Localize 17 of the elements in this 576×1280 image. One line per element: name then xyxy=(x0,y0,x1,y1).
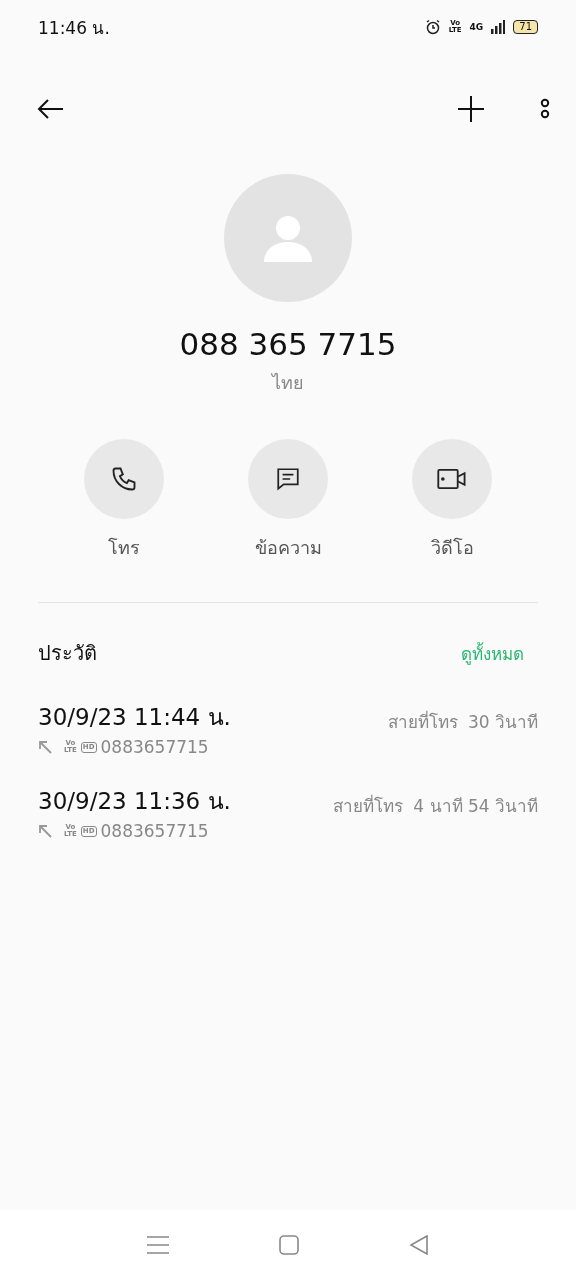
phone-number: 088 365 7715 xyxy=(178,326,398,362)
location-label: ไทย xyxy=(270,371,305,395)
video-action-button[interactable]: วิดีโอ xyxy=(392,439,512,562)
status-time: 11:46 น. xyxy=(38,16,110,40)
call-datetime: 30/9/23 11:36 น. xyxy=(38,787,231,816)
history-title: ประวัติ xyxy=(38,640,97,667)
network-label: 4G xyxy=(469,22,484,32)
call-type: สายที่โทร xyxy=(333,793,404,818)
call-duration: 30 วินาที xyxy=(467,710,538,734)
call-action-button[interactable]: โทร xyxy=(64,439,184,562)
call-number: 0883657715 xyxy=(100,737,209,757)
message-action-button[interactable]: ข้อความ xyxy=(228,439,348,562)
call-datetime: 30/9/23 11:44 น. xyxy=(38,703,231,732)
call-number: 0883657715 xyxy=(100,821,209,841)
call-duration: 4 นาที 54 วินาที xyxy=(413,794,538,818)
call-type: สายที่โทร xyxy=(387,709,458,734)
battery-level: 71 xyxy=(513,20,538,34)
